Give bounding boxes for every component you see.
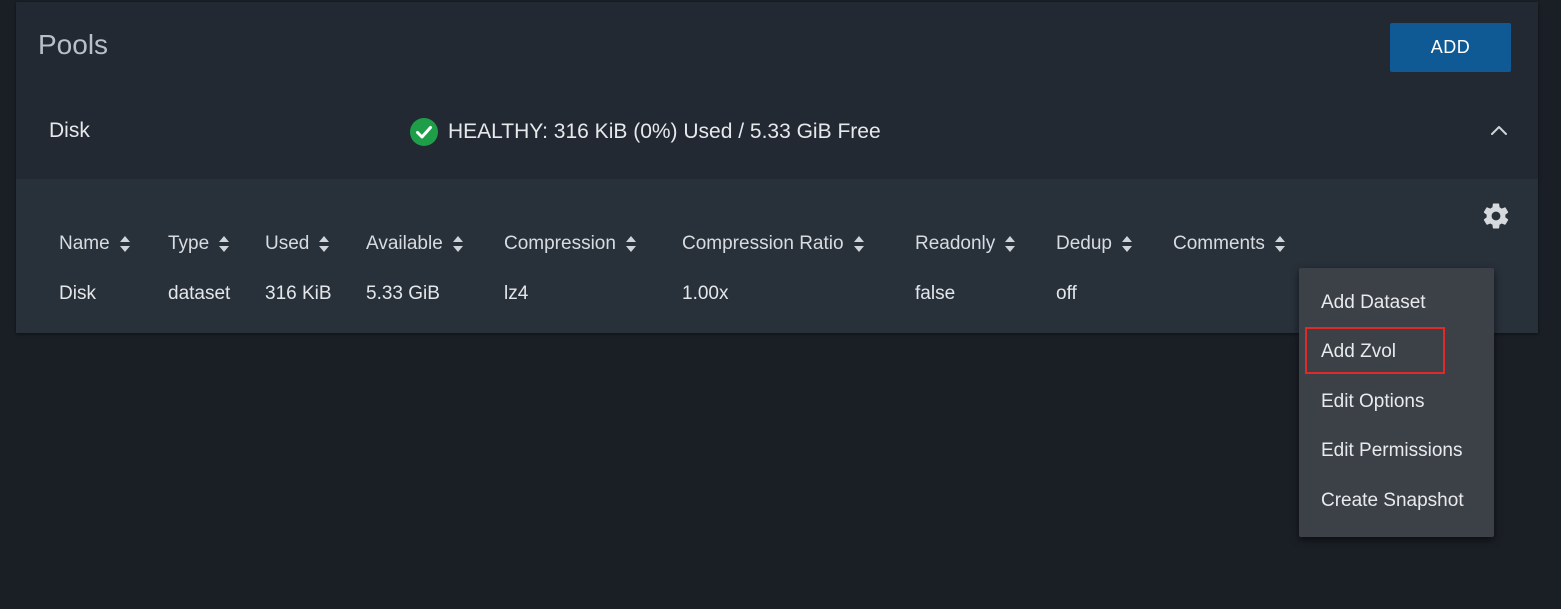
column-label: Used bbox=[265, 233, 310, 254]
column-header-dedup[interactable]: Dedup bbox=[1056, 233, 1133, 255]
column-label: Dedup bbox=[1056, 233, 1112, 254]
pools-page: Pools ADD Disk HEALTHY: 316 KiB (0%) Use… bbox=[0, 0, 1561, 609]
cell-compression: lz4 bbox=[504, 283, 529, 304]
chevron-up-icon[interactable] bbox=[1488, 120, 1510, 142]
column-label: Name bbox=[59, 233, 110, 254]
sort-icon bbox=[119, 236, 130, 252]
cell-compression-ratio: 1.00x bbox=[682, 283, 729, 304]
column-label: Comments bbox=[1173, 233, 1265, 254]
column-label: Type bbox=[168, 233, 210, 254]
menu-item-add-zvol[interactable]: Add Zvol bbox=[1321, 341, 1396, 363]
cell-name[interactable]: Disk bbox=[59, 283, 96, 305]
sort-icon bbox=[452, 236, 463, 252]
dataset-actions-menu: Add Dataset Add Zvol Edit Options Edit P… bbox=[1299, 268, 1494, 537]
column-header-readonly[interactable]: Readonly bbox=[915, 233, 1016, 255]
column-label: Compression Ratio bbox=[682, 233, 844, 254]
page-title: Pools bbox=[38, 29, 109, 60]
sort-icon bbox=[1005, 236, 1016, 252]
column-header-compression-ratio[interactable]: Compression Ratio bbox=[682, 233, 865, 255]
pool-status: HEALTHY: 316 KiB (0%) Used / 5.33 GiB Fr… bbox=[410, 118, 881, 146]
column-header-compression[interactable]: Compression bbox=[504, 233, 637, 255]
sort-icon bbox=[1122, 236, 1132, 252]
gear-icon[interactable] bbox=[1481, 201, 1511, 231]
sort-icon bbox=[319, 236, 330, 252]
cell-readonly: false bbox=[915, 283, 956, 304]
sort-icon bbox=[1274, 236, 1285, 252]
pool-header[interactable]: Disk HEALTHY: 316 KiB (0%) Used / 5.33 G… bbox=[16, 82, 1538, 179]
column-header-used[interactable]: Used bbox=[265, 233, 330, 255]
sort-icon bbox=[853, 236, 864, 252]
add-pool-button[interactable]: ADD bbox=[1390, 23, 1511, 72]
cell-used: 316 KiB bbox=[265, 283, 332, 304]
menu-item-edit-permissions[interactable]: Edit Permissions bbox=[1321, 440, 1463, 462]
menu-item-add-dataset[interactable]: Add Dataset bbox=[1321, 292, 1426, 314]
column-header-comments[interactable]: Comments bbox=[1173, 233, 1286, 255]
column-header-available[interactable]: Available bbox=[366, 233, 464, 255]
column-header-type[interactable]: Type bbox=[168, 233, 230, 255]
sort-icon bbox=[625, 236, 636, 252]
column-label: Compression bbox=[504, 233, 616, 254]
cell-type: dataset bbox=[168, 283, 231, 304]
pool-name: Disk bbox=[49, 119, 90, 142]
menu-item-edit-options[interactable]: Edit Options bbox=[1321, 391, 1425, 413]
column-label: Available bbox=[366, 233, 443, 254]
column-label: Readonly bbox=[915, 233, 996, 254]
sort-icon bbox=[219, 236, 230, 252]
menu-item-create-snapshot[interactable]: Create Snapshot bbox=[1321, 490, 1464, 512]
column-header-name[interactable]: Name bbox=[59, 233, 131, 255]
pool-status-text: HEALTHY: 316 KiB (0%) Used / 5.33 GiB Fr… bbox=[448, 120, 881, 143]
cell-available: 5.33 GiB bbox=[366, 283, 440, 304]
cell-dedup: off bbox=[1056, 283, 1077, 304]
check-circle-icon bbox=[410, 118, 438, 146]
